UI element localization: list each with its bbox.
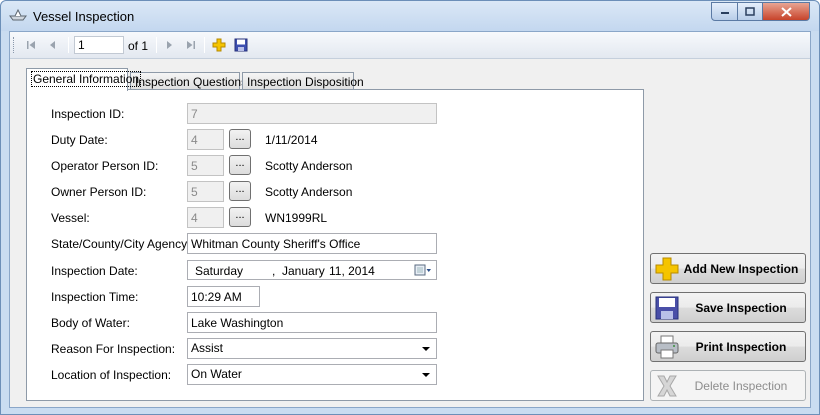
inspection-time-label: Inspection Time: xyxy=(51,290,139,304)
owner-name-value: Scotty Anderson xyxy=(265,185,353,199)
delete-inspection-button[interactable]: Delete Inspection xyxy=(650,370,806,401)
owner-person-id-label: Owner Person ID: xyxy=(51,185,147,199)
tab-label: Inspection Questions xyxy=(135,75,248,89)
move-first-button[interactable] xyxy=(22,36,40,54)
location-select[interactable]: On Water xyxy=(187,364,437,385)
duty-date-label: Duty Date: xyxy=(51,133,108,147)
add-new-inspection-button[interactable]: Add New Inspection xyxy=(650,253,806,284)
add-icon xyxy=(655,257,679,280)
add-new-inspection-label: Add New Inspection xyxy=(683,261,799,276)
add-icon xyxy=(212,38,226,52)
operator-name-value: Scotty Anderson xyxy=(265,159,353,173)
location-selected-value: On Water xyxy=(191,367,242,381)
save-icon xyxy=(234,38,248,52)
first-icon xyxy=(27,41,35,49)
next-icon xyxy=(167,41,172,49)
print-inspection-button[interactable]: Print Inspection xyxy=(650,331,806,362)
reason-label: Reason For Inspection: xyxy=(51,342,176,356)
minimize-button[interactable] xyxy=(711,2,738,21)
operator-lookup-button[interactable]: ... xyxy=(229,155,251,175)
add-new-item-button[interactable] xyxy=(210,36,228,54)
vessel-number-value: WN1999RL xyxy=(265,211,328,225)
tab-label: Inspection Disposition xyxy=(247,75,364,89)
owner-person-id-field[interactable] xyxy=(187,181,224,202)
inspection-date-picker[interactable]: Saturday , January 11, 2014 xyxy=(187,260,437,280)
toolbar-separator xyxy=(204,37,205,53)
tab-label: General Information xyxy=(31,71,142,87)
window-title: Vessel Inspection xyxy=(33,9,135,24)
date-separator: , xyxy=(272,264,276,278)
minimize-icon xyxy=(720,11,729,14)
vessel-label: Vessel: xyxy=(51,211,90,225)
maximize-icon xyxy=(745,7,755,16)
inspection-id-label: Inspection ID: xyxy=(51,107,125,121)
last-icon xyxy=(187,41,195,49)
printer-icon xyxy=(655,335,679,358)
inspection-date-label: Inspection Date: xyxy=(51,264,138,278)
duty-date-lookup-button[interactable]: ... xyxy=(229,129,251,149)
duty-date-id-field[interactable] xyxy=(187,129,224,150)
date-month: January xyxy=(282,264,325,278)
maximize-button[interactable] xyxy=(737,2,763,21)
chevron-down-icon xyxy=(422,347,430,351)
location-label: Location of Inspection: xyxy=(51,368,172,382)
app-window: Vessel Inspection of 1 xyxy=(0,0,820,415)
previous-icon xyxy=(50,41,55,49)
close-button[interactable] xyxy=(762,2,810,21)
tab-general-information[interactable]: General Information xyxy=(26,68,142,91)
owner-lookup-button[interactable]: ... xyxy=(229,181,251,201)
inspection-id-field[interactable] xyxy=(187,103,437,124)
save-item-button[interactable] xyxy=(232,36,250,54)
agency-field[interactable] xyxy=(187,233,437,254)
operator-person-id-label: Operator Person ID: xyxy=(51,159,159,173)
save-icon xyxy=(655,296,679,319)
vessel-id-field[interactable] xyxy=(187,207,224,228)
binding-navigator: of 1 xyxy=(10,32,810,59)
delete-inspection-label: Delete Inspection xyxy=(694,378,788,393)
toolbar-separator xyxy=(156,37,157,53)
close-icon xyxy=(780,6,792,17)
date-weekday: Saturday xyxy=(195,264,244,278)
client-area: of 1 General Information Inspection Ques… xyxy=(9,31,811,408)
print-inspection-label: Print Inspection xyxy=(695,339,787,354)
delete-icon xyxy=(657,375,677,396)
save-inspection-button[interactable]: Save Inspection xyxy=(650,292,806,323)
agency-label: State/County/City Agency: xyxy=(51,237,191,251)
move-last-button[interactable] xyxy=(182,36,200,54)
body-of-water-field[interactable] xyxy=(187,312,437,333)
toolbar-separator xyxy=(68,37,69,53)
record-count-label: of 1 xyxy=(128,39,149,53)
position-input[interactable] xyxy=(74,36,124,54)
body-of-water-label: Body of Water: xyxy=(51,316,130,330)
title-bar[interactable]: Vessel Inspection xyxy=(1,1,819,31)
duty-date-value: 1/11/2014 xyxy=(265,133,318,147)
reason-select[interactable]: Assist xyxy=(187,338,437,359)
vessel-lookup-button[interactable]: ... xyxy=(229,207,251,227)
chevron-down-icon xyxy=(422,373,430,377)
move-previous-button[interactable] xyxy=(44,36,62,54)
save-inspection-label: Save Inspection xyxy=(695,300,787,315)
inspection-time-field[interactable] xyxy=(187,286,260,307)
operator-person-id-field[interactable] xyxy=(187,155,224,176)
toolbar-grip[interactable] xyxy=(13,37,16,53)
general-information-panel: Inspection ID: Duty Date: ... 1/11/2014 … xyxy=(26,89,644,401)
move-next-button[interactable] xyxy=(160,36,178,54)
reason-selected-value: Assist xyxy=(191,341,224,355)
calendar-dropdown-icon[interactable] xyxy=(414,263,432,277)
date-day-year: 11, 2014 xyxy=(329,264,375,278)
vessel-app-icon xyxy=(9,8,27,21)
